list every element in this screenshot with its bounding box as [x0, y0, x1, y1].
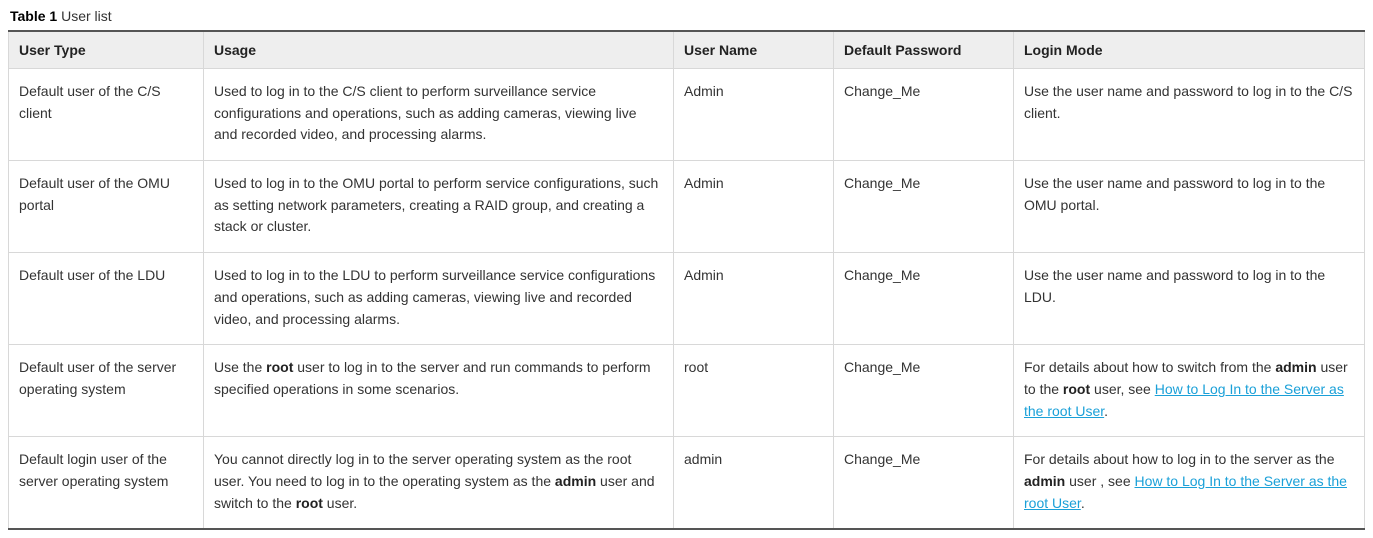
- user-list-table: User Type Usage User Name Default Passwo…: [8, 30, 1365, 530]
- cell-user-name: root: [674, 345, 834, 437]
- text: For details about how to switch from the: [1024, 359, 1275, 375]
- cell-usage: Used to log in to the OMU portal to perf…: [204, 161, 674, 253]
- text: For details about how to log in to the s…: [1024, 451, 1335, 467]
- cell-user-name: admin: [674, 437, 834, 530]
- cell-user-name: Admin: [674, 69, 834, 161]
- bold-text: root: [1063, 381, 1090, 397]
- table-row: Default user of the C/S client Used to l…: [9, 69, 1365, 161]
- text: .: [1081, 495, 1085, 511]
- text: Use the: [214, 359, 266, 375]
- cell-password: Change_Me: [834, 69, 1014, 161]
- cell-password: Change_Me: [834, 345, 1014, 437]
- bold-text: admin: [555, 473, 596, 489]
- col-user-type: User Type: [9, 31, 204, 69]
- col-default-password: Default Password: [834, 31, 1014, 69]
- cell-user-type: Default user of the C/S client: [9, 69, 204, 161]
- cell-login-mode: Use the user name and password to log in…: [1014, 161, 1365, 253]
- cell-usage: Use the root user to log in to the serve…: [204, 345, 674, 437]
- bold-text: root: [266, 359, 293, 375]
- text: user, see: [1090, 381, 1155, 397]
- col-usage: Usage: [204, 31, 674, 69]
- col-login-mode: Login Mode: [1014, 31, 1365, 69]
- cell-login-mode: For details about how to log in to the s…: [1014, 437, 1365, 530]
- text: user.: [323, 495, 357, 511]
- cell-login-mode: For details about how to switch from the…: [1014, 345, 1365, 437]
- cell-user-type: Default user of the server operating sys…: [9, 345, 204, 437]
- cell-user-type: Default login user of the server operati…: [9, 437, 204, 530]
- cell-login-mode: Use the user name and password to log in…: [1014, 253, 1365, 345]
- cell-password: Change_Me: [834, 437, 1014, 530]
- bold-text: admin: [1024, 473, 1065, 489]
- text: user , see: [1065, 473, 1134, 489]
- bold-text: root: [296, 495, 323, 511]
- cell-usage: Used to log in to the LDU to perform sur…: [204, 253, 674, 345]
- cell-user-name: Admin: [674, 161, 834, 253]
- table-row: Default login user of the server operati…: [9, 437, 1365, 530]
- table-caption: Table 1 User list: [10, 8, 1365, 24]
- caption-prefix: Table 1: [10, 8, 57, 24]
- text: .: [1104, 403, 1108, 419]
- caption-text: User list: [61, 8, 112, 24]
- cell-usage: Used to log in to the C/S client to perf…: [204, 69, 674, 161]
- cell-login-mode: Use the user name and password to log in…: [1014, 69, 1365, 161]
- cell-user-type: Default user of the LDU: [9, 253, 204, 345]
- bold-text: admin: [1275, 359, 1316, 375]
- cell-usage: You cannot directly log in to the server…: [204, 437, 674, 530]
- table-row: Default user of the server operating sys…: [9, 345, 1365, 437]
- cell-user-type: Default user of the OMU portal: [9, 161, 204, 253]
- cell-password: Change_Me: [834, 161, 1014, 253]
- col-user-name: User Name: [674, 31, 834, 69]
- table-header-row: User Type Usage User Name Default Passwo…: [9, 31, 1365, 69]
- table-row: Default user of the LDU Used to log in t…: [9, 253, 1365, 345]
- cell-user-name: Admin: [674, 253, 834, 345]
- cell-password: Change_Me: [834, 253, 1014, 345]
- table-row: Default user of the OMU portal Used to l…: [9, 161, 1365, 253]
